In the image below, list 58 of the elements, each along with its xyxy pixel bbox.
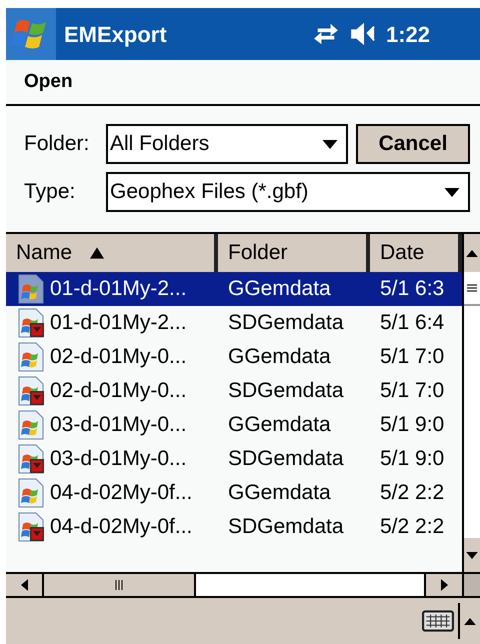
folder-cell-text: GGemdata bbox=[227, 480, 332, 506]
window-title: EMExport bbox=[64, 20, 167, 49]
folder-dropdown[interactable]: All Folders bbox=[106, 124, 348, 164]
date-cell-text: 5/1 7:0 bbox=[379, 344, 446, 370]
file-name: 02-d-01My-0... bbox=[50, 344, 187, 370]
file-row[interactable]: 01-d-01My-2... SDGemdata 5/1 6:4 bbox=[6, 306, 462, 340]
horizontal-scrollbar[interactable] bbox=[6, 572, 480, 598]
column-header[interactable]: Folder bbox=[218, 234, 370, 272]
folder-label: Folder: bbox=[23, 131, 90, 158]
date-cell-text: 5/2 2:2 bbox=[379, 514, 446, 540]
start-button[interactable] bbox=[6, 8, 56, 60]
file-row[interactable]: 01-d-01My-2... GGemdata 5/1 6:3 bbox=[6, 272, 462, 306]
caret-icon bbox=[444, 188, 460, 196]
column-header[interactable]: Date bbox=[370, 234, 462, 272]
folder-cell-text: SDGemdata bbox=[227, 446, 345, 472]
date-cell-text: 5/1 6:3 bbox=[379, 276, 446, 302]
folder-cell-text: SDGemdata bbox=[227, 310, 345, 336]
folder-cell-text: GGemdata bbox=[227, 412, 332, 438]
caret-icon bbox=[322, 140, 338, 148]
type-label: Type: bbox=[23, 179, 76, 206]
file-name: 04-d-02My-0f... bbox=[50, 480, 192, 506]
input-menu-arrow-icon[interactable] bbox=[464, 618, 476, 624]
date-cell-text: 5/1 9:0 bbox=[379, 446, 446, 472]
scroll-down-icon[interactable] bbox=[466, 552, 478, 558]
file-name: 01-d-01My-2... bbox=[50, 310, 187, 336]
type-dropdown[interactable]: Geophex Files (*.gbf) bbox=[106, 172, 470, 212]
date-cell-text: 5/1 7:0 bbox=[379, 378, 446, 404]
connectivity-icon[interactable] bbox=[312, 23, 340, 45]
date-cell-text: 5/1 6:4 bbox=[379, 310, 446, 336]
file-row[interactable]: 04-d-02My-0f... SDGemdata 5/2 2:2 bbox=[6, 510, 462, 544]
file-name: 02-d-01My-0... bbox=[50, 378, 187, 404]
column-header[interactable]: Name bbox=[6, 234, 218, 272]
dialog-title: Open bbox=[24, 70, 73, 94]
scrollbar-corner bbox=[462, 574, 480, 596]
file-row[interactable]: 03-d-01My-0... GGemdata 5/1 9:0 bbox=[6, 408, 462, 442]
cancel-button[interactable]: Cancel bbox=[356, 124, 470, 164]
file-name: 04-d-02My-0f... bbox=[50, 514, 192, 540]
folder-cell-text: GGemdata bbox=[227, 344, 332, 370]
scroll-right-icon[interactable] bbox=[440, 579, 448, 591]
folder-cell-text: SDGemdata bbox=[227, 514, 345, 540]
scroll-up-icon[interactable] bbox=[466, 250, 478, 256]
file-row[interactable]: 03-d-01My-0... SDGemdata 5/1 9:0 bbox=[6, 442, 462, 476]
scroll-left-icon[interactable] bbox=[20, 579, 28, 591]
clock-time: 1:22 bbox=[386, 20, 430, 48]
date-cell-text: 5/1 9:0 bbox=[379, 412, 446, 438]
folder-cell-text: GGemdata bbox=[227, 276, 332, 302]
file-row[interactable]: 02-d-01My-0... SDGemdata 5/1 7:0 bbox=[6, 374, 462, 408]
file-name: 03-d-01My-0... bbox=[50, 412, 187, 438]
file-row[interactable]: 02-d-01My-0... GGemdata 5/1 7:0 bbox=[6, 340, 462, 374]
folder-cell-text: SDGemdata bbox=[227, 378, 345, 404]
scroll-thumb-grip-icon bbox=[115, 579, 123, 591]
vertical-scrollbar[interactable] bbox=[462, 234, 480, 572]
keyboard-icon[interactable] bbox=[422, 610, 454, 632]
date-cell-text: 5/2 2:2 bbox=[379, 480, 446, 506]
file-name: 03-d-01My-0... bbox=[50, 446, 187, 472]
scroll-thumb-grip-icon bbox=[467, 284, 477, 292]
file-row[interactable]: 04-d-02My-0f... GGemdata 5/2 2:2 bbox=[6, 476, 462, 510]
file-name: 01-d-01My-2... bbox=[50, 276, 187, 302]
